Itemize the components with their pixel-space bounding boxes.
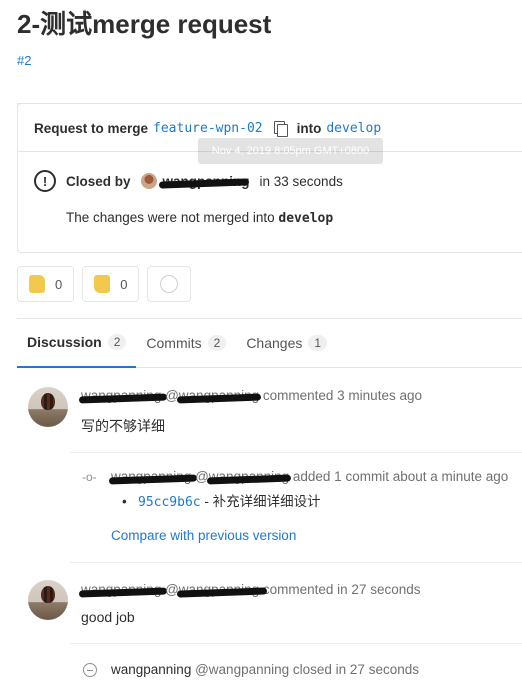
- thumbsup-icon: [29, 275, 45, 293]
- source-branch-link[interactable]: feature-wpn-02: [153, 121, 263, 136]
- commit-list-item: • 95cc9b6c - 补充详细详细设计: [122, 494, 321, 510]
- note-author[interactable]: wangpanning: [108, 469, 198, 485]
- note-divider: [70, 643, 522, 644]
- compare-version-link[interactable]: Compare with previous version: [111, 528, 296, 543]
- note-divider: [70, 452, 522, 453]
- system-note-header: wangpanning @wangpanning closed in 27 se…: [111, 662, 419, 677]
- commit-message: - 补充详细详细设计: [204, 494, 321, 509]
- note-action: closed in 27 seconds: [292, 662, 419, 677]
- add-reaction-button[interactable]: [147, 266, 192, 302]
- note-action: commented in 27 seconds: [262, 582, 421, 597]
- tab-count-badge: 1: [308, 335, 328, 351]
- tab-count-badge: 2: [107, 334, 127, 350]
- target-branch-link[interactable]: develop: [326, 121, 381, 136]
- tab-commits[interactable]: Commits 2: [136, 318, 236, 368]
- note-author-handle[interactable]: @wangpanning: [165, 582, 268, 598]
- tab-label: Changes: [246, 335, 303, 351]
- avatar[interactable]: [28, 387, 68, 427]
- thumbsup-count: 0: [55, 276, 63, 292]
- note-author[interactable]: wangpanning: [111, 662, 191, 677]
- tab-changes[interactable]: Changes 1: [236, 318, 337, 368]
- note-author-handle[interactable]: @wangpanning: [195, 662, 289, 677]
- merge-widget-header: Request to merge feature-wpn-02 into dev…: [34, 120, 381, 137]
- closed-by-label: Closed by: [66, 173, 131, 189]
- discussion-note: wangpanning @wangpanning commented 3 min…: [17, 370, 522, 470]
- page-title: 2-测试merge request: [17, 9, 272, 39]
- smiley-icon: [160, 275, 179, 293]
- note-author[interactable]: wangpanning: [78, 388, 168, 404]
- merge-widget: Request to merge feature-wpn-02 into dev…: [17, 103, 522, 253]
- tab-label: Discussion: [27, 334, 102, 350]
- not-merged-branch: develop: [278, 211, 334, 226]
- tab-label: Commits: [146, 335, 202, 351]
- closed-status: ! Closed by wangpanning in 33 seconds: [34, 170, 343, 192]
- discussion-note: wangpanning @wangpanning commented in 27…: [17, 563, 522, 645]
- avatar: [140, 173, 157, 189]
- alert-circle-icon: !: [34, 170, 56, 192]
- request-to-merge-label: Request to merge: [34, 120, 149, 136]
- closed-author-name: wangpanning: [158, 174, 250, 189]
- avatar[interactable]: [28, 580, 68, 620]
- thumbsdown-count: 0: [120, 276, 128, 292]
- thumbsup-button[interactable]: 0: [17, 266, 75, 302]
- not-merged-text: The changes were not merged into: [66, 210, 275, 225]
- note-author-handle[interactable]: @wangpanning: [195, 469, 293, 485]
- tab-discussion[interactable]: Discussion 2: [17, 318, 137, 368]
- timestamp-tooltip: Nov 4, 2019 8:05pm GMT+0800: [198, 138, 383, 164]
- note-header: wangpanning @wangpanning commented 3 min…: [78, 388, 422, 404]
- note-action: commented 3 minutes ago: [262, 388, 422, 403]
- award-bar: 0 0: [17, 266, 192, 302]
- mr-tabs: Discussion 2 Commits 2 Changes 1: [17, 318, 522, 368]
- thumbsdown-icon: [94, 275, 111, 293]
- not-merged-message: The changes were not merged into develop: [66, 210, 333, 226]
- note-header: wangpanning @wangpanning commented in 27…: [78, 582, 421, 598]
- closed-time: in 33 seconds: [259, 173, 343, 189]
- tab-count-badge: 2: [207, 335, 227, 351]
- note-author[interactable]: wangpanning: [78, 582, 168, 598]
- thumbsdown-button[interactable]: 0: [82, 266, 140, 302]
- mr-iid-link[interactable]: #2: [17, 53, 31, 68]
- closed-icon: [83, 663, 97, 677]
- commit-icon: -o-: [82, 470, 97, 484]
- note-action: added 1 commit about a minute ago: [292, 469, 509, 484]
- note-author-handle[interactable]: @wangpanning: [165, 388, 263, 404]
- note-body: good job: [81, 609, 135, 625]
- closed-by-user[interactable]: wangpanning: [140, 173, 250, 189]
- system-note-header: wangpanning @wangpanning added 1 commit …: [108, 469, 509, 485]
- copy-icon[interactable]: [272, 120, 288, 137]
- into-label: into: [296, 120, 322, 136]
- note-body: 写的不够详细: [81, 418, 165, 434]
- commit-sha-link[interactable]: 95cc9b6c: [138, 495, 201, 510]
